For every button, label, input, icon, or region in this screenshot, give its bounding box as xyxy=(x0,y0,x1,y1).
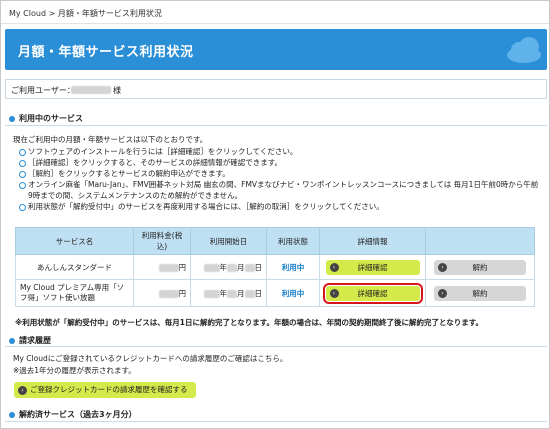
cancel-button[interactable]: › 解約 xyxy=(434,259,526,275)
service-name: あんしんスタンダード xyxy=(15,254,134,280)
arrow-right-icon: › xyxy=(438,262,447,272)
breadcrumb-home-link[interactable]: My Cloud xyxy=(9,9,46,18)
detail-cell: › 詳細確認 xyxy=(319,254,426,280)
bullet-dot-icon xyxy=(9,337,15,344)
arrow-right-icon: › xyxy=(329,288,339,298)
service-start-date: 年月日 xyxy=(190,254,267,280)
service-status: 利用中 xyxy=(266,279,320,307)
bullet-dot-icon xyxy=(9,411,15,418)
section-heading-cancelled: 解約済サービス（過去3ヶ月分） xyxy=(9,409,137,420)
arrow-right-icon: › xyxy=(329,262,339,272)
list-item: ［解約］をクリックするとサービスの解約申込ができます。 xyxy=(19,168,539,179)
breadcrumb-current: 月額・年額サービス利用状況 xyxy=(57,9,162,18)
section-divider xyxy=(5,125,547,126)
service-name: My Cloud プレミアム専用「ソフ得」ソフト使い放題 xyxy=(15,279,134,307)
section-heading-active: 利用中のサービス xyxy=(9,113,83,124)
cloud-icon xyxy=(507,37,541,63)
year-redacted xyxy=(203,289,220,298)
section-divider xyxy=(5,346,547,347)
price-redacted xyxy=(158,263,179,272)
date-day-unit: 日 xyxy=(254,262,263,272)
cancel-label: 解約 xyxy=(472,262,488,272)
service-price: 円 xyxy=(133,279,191,307)
month-redacted xyxy=(227,263,237,272)
day-redacted xyxy=(244,289,255,298)
detail-confirm-button[interactable]: › 詳細確認 xyxy=(325,259,420,275)
list-item: オンライン麻雀「Maru-Jan」、FMV囲碁ネット対局 幽玄の間、FMVまなび… xyxy=(19,179,539,201)
column-header: 利用状態 xyxy=(266,227,320,255)
detail-confirm-label: 詳細確認 xyxy=(357,262,388,272)
section-divider xyxy=(5,421,547,422)
cancel-label: 解約 xyxy=(472,288,488,298)
section-heading-cancelled-label: 解約済サービス（過去3ヶ月分） xyxy=(19,410,137,419)
page-banner: 月額・年額サービス利用状況 xyxy=(5,29,547,70)
month-redacted xyxy=(227,289,237,298)
cancel-cell: › 解約 xyxy=(425,254,535,280)
column-header: 利用料金(税込) xyxy=(133,227,191,255)
list-item: 利用状態が「解約受付中」のサービスを再度利用する場合には、［解約の取消］をクリッ… xyxy=(19,201,539,212)
cancel-cell: › 解約 xyxy=(425,279,535,307)
date-day-unit: 日 xyxy=(254,288,263,298)
table-row: あんしんスタンダード 円 年月日 利用中 › 詳細確認 › 解約 xyxy=(15,254,535,280)
billing-history-label: ご登録クレジットカードの請求履歴を確認する xyxy=(30,385,188,394)
list-item: ［詳細確認］をクリックすると、そのサービスの詳細情報が確認できます。 xyxy=(19,157,539,168)
user-honorific: 様 xyxy=(113,86,121,95)
column-header: サービス名 xyxy=(15,227,134,255)
page-title: 月額・年額サービス利用状況 xyxy=(18,45,194,60)
price-redacted xyxy=(158,289,179,298)
section-heading-billing: 請求履歴 xyxy=(9,335,51,346)
breadcrumb: My Cloud > 月額・年額サービス利用状況 xyxy=(9,8,162,19)
breadcrumb-separator: > xyxy=(48,9,56,18)
detail-cell: › 詳細確認 xyxy=(319,279,426,307)
column-header: 詳細情報 xyxy=(319,227,426,255)
year-redacted xyxy=(203,263,220,272)
cancellation-notice: ※利用状態が「解約受付中」のサービスは、毎月1日に解約完了となります。年額の場合… xyxy=(15,318,484,327)
date-year-unit: 年 xyxy=(219,262,228,272)
detail-confirm-button-highlighted[interactable]: › 詳細確認 xyxy=(322,282,423,304)
arrow-right-icon: › xyxy=(18,385,27,395)
active-intro-text: 現在ご利用中の月額・年額サービスは以下のとおりです。 xyxy=(13,135,208,144)
billing-history-button[interactable]: › ご登録クレジットカードの請求履歴を確認する xyxy=(14,382,196,398)
detail-confirm-label: 詳細確認 xyxy=(357,288,388,298)
page-frame: My Cloud > 月額・年額サービス利用状況 月額・年額サービス利用状況 ご… xyxy=(0,0,550,429)
user-info-box: ご利用ユーザー： 様 xyxy=(5,79,547,99)
table-header-row: サービス名 利用料金(税込) 利用開始日 利用状態 詳細情報 xyxy=(15,227,535,255)
billing-note: ※過去1年分の履歴が表示されます。 xyxy=(13,366,136,375)
list-item: ソフトウェアのインストールを行うには［詳細確認］をクリックしてください。 xyxy=(19,146,539,157)
bullet-dot-icon xyxy=(9,115,15,122)
price-unit: 円 xyxy=(178,288,187,298)
billing-description: My Cloudにご登録されているクレジットカードへの請求履歴のご確認はこちら。 xyxy=(13,354,288,363)
date-month-unit: 月 xyxy=(237,262,245,272)
user-name-redacted xyxy=(71,86,111,94)
service-status: 利用中 xyxy=(266,254,320,280)
table-row: My Cloud プレミアム専用「ソフ得」ソフト使い放題 円 年月日 利用中 ›… xyxy=(15,279,535,307)
price-unit: 円 xyxy=(178,262,187,272)
cancel-button[interactable]: › 解約 xyxy=(434,285,526,301)
user-label: ご利用ユーザー： xyxy=(11,86,75,95)
services-table: サービス名 利用料金(税込) 利用開始日 利用状態 詳細情報 あんしんスタンダー… xyxy=(15,227,535,307)
service-start-date: 年月日 xyxy=(190,279,267,307)
day-redacted xyxy=(244,263,255,272)
active-bullet-list: ソフトウェアのインストールを行うには［詳細確認］をクリックしてください。 ［詳細… xyxy=(19,146,539,212)
date-year-unit: 年 xyxy=(219,288,228,298)
column-header xyxy=(425,227,535,255)
breadcrumb-divider xyxy=(1,23,549,24)
section-heading-billing-label: 請求履歴 xyxy=(19,336,51,345)
section-heading-active-label: 利用中のサービス xyxy=(19,114,83,123)
column-header: 利用開始日 xyxy=(190,227,267,255)
service-price: 円 xyxy=(133,254,191,280)
arrow-right-icon: › xyxy=(438,288,447,298)
date-month-unit: 月 xyxy=(237,288,245,298)
